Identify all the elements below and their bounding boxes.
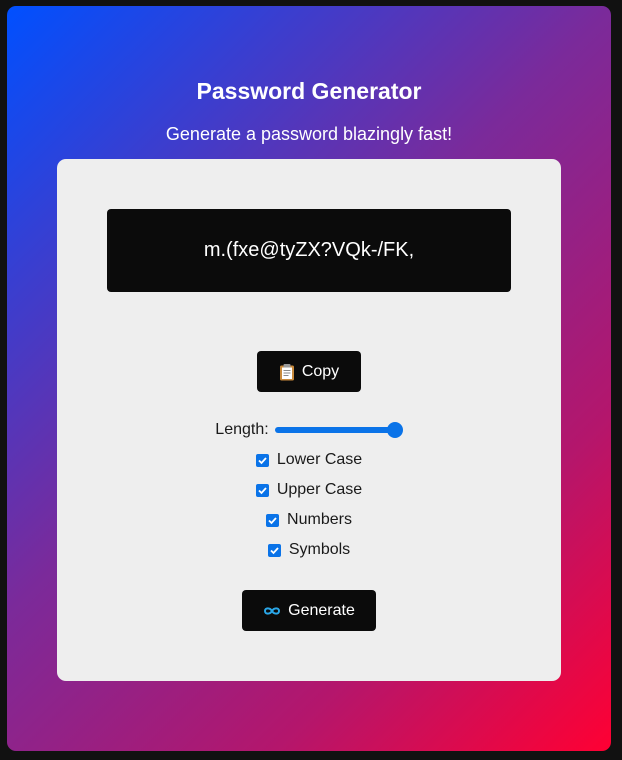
lower-case-checkbox[interactable] bbox=[255, 453, 269, 467]
upper-case-checkbox[interactable] bbox=[255, 483, 269, 497]
length-label: Length: bbox=[215, 421, 269, 438]
checkmark-icon bbox=[270, 546, 279, 554]
length-control: Length: bbox=[57, 421, 561, 439]
copy-button[interactable]: Copy bbox=[257, 351, 361, 392]
page-subtitle: Generate a password blazingly fast! bbox=[165, 124, 453, 144]
checkmark-icon bbox=[268, 516, 277, 524]
generate-button[interactable]: Generate bbox=[242, 590, 376, 631]
numbers-checkbox[interactable] bbox=[266, 513, 280, 527]
generate-button-label: Generate bbox=[288, 601, 355, 619]
password-display[interactable]: m.(fxe@tyZX?VQk-/FK, bbox=[107, 209, 511, 292]
option-lower-case[interactable]: Lower Case bbox=[57, 451, 561, 469]
symbols-checkbox[interactable] bbox=[267, 543, 281, 557]
length-slider-thumb[interactable] bbox=[386, 422, 403, 438]
lower-case-label: Lower Case bbox=[276, 451, 363, 468]
generator-card: m.(fxe@tyZX?VQk-/FK, Copy Length: Lower … bbox=[57, 159, 561, 681]
app-container: Password Generator Generate a password b… bbox=[7, 6, 611, 751]
clipboard-icon bbox=[279, 363, 295, 381]
option-numbers[interactable]: Numbers bbox=[57, 511, 561, 529]
copy-button-label: Copy bbox=[301, 362, 340, 380]
length-slider-track bbox=[274, 427, 397, 433]
infinity-icon bbox=[263, 606, 281, 616]
page-title: Password Generator bbox=[196, 78, 422, 104]
checkmark-icon bbox=[258, 486, 267, 494]
length-slider[interactable] bbox=[274, 422, 403, 438]
symbols-label: Symbols bbox=[288, 541, 351, 558]
option-symbols[interactable]: Symbols bbox=[57, 541, 561, 559]
checkmark-icon bbox=[258, 456, 267, 464]
numbers-label: Numbers bbox=[287, 511, 352, 528]
upper-case-label: Upper Case bbox=[276, 481, 363, 498]
option-upper-case[interactable]: Upper Case bbox=[57, 481, 561, 499]
